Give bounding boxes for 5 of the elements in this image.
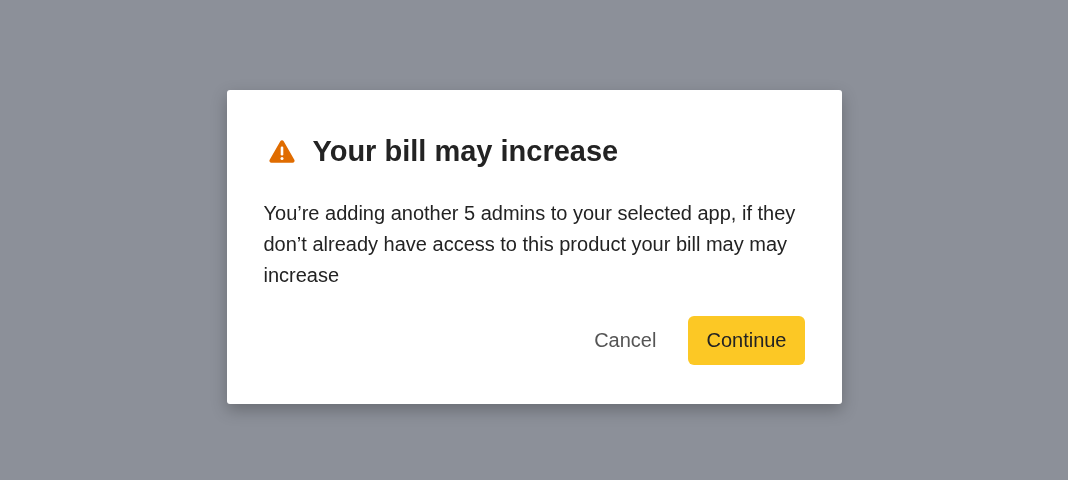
continue-button[interactable]: Continue — [688, 316, 805, 365]
warning-icon — [268, 139, 295, 163]
dialog-title: Your bill may increase — [312, 134, 619, 168]
dialog-message: You’re adding another 5 admins to your selected app, if they don’t already have access to this product your bill may may increase — [263, 201, 797, 288]
cancel-button[interactable]: Cancel — [576, 316, 675, 365]
